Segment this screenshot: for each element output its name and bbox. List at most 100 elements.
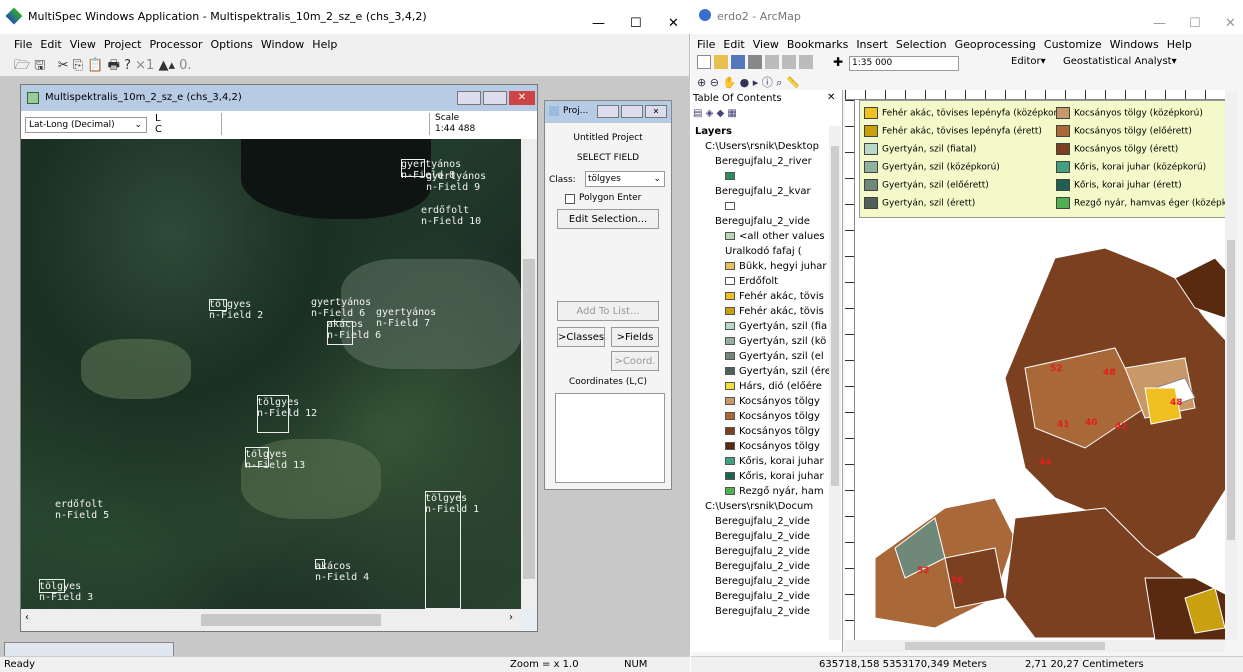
scroll-thumb[interactable] <box>1227 240 1235 540</box>
toc-item[interactable]: Uralkodó fafaj ( <box>695 246 833 261</box>
edit-selection-button[interactable]: Edit Selection... <box>557 209 659 229</box>
project-close-button[interactable]: ✕ <box>645 105 667 118</box>
toc-item[interactable]: Beregujfalu_2_vide <box>695 216 833 231</box>
toc-item[interactable]: C:\Users\rsnik\Docum <box>695 501 833 516</box>
scroll-thumb[interactable] <box>831 146 839 486</box>
scroll-thumb[interactable] <box>201 614 381 626</box>
add-to-list-button[interactable]: Add To List... <box>557 301 659 321</box>
coord-button[interactable]: >Coord. <box>611 351 659 371</box>
toc-item[interactable]: Rezgő nyár, ham <box>695 486 833 501</box>
class-select[interactable]: tölgyes ⌄ <box>585 171 665 187</box>
toc-scrollbar[interactable] <box>829 126 841 640</box>
map-view[interactable]: Fehér akác, tövises lepényfa (középkorú)… <box>845 90 1233 640</box>
menu-project[interactable]: Project <box>104 38 142 51</box>
toc-item[interactable] <box>695 171 833 186</box>
toc-item[interactable]: Kocsányos tölgy <box>695 426 833 441</box>
toc-item[interactable]: Kőris, korai juhar <box>695 456 833 471</box>
image-vscrollbar[interactable] <box>521 139 537 609</box>
print-icon[interactable]: 🖶 <box>108 58 120 73</box>
menu-geoprocessing[interactable]: Geoprocessing <box>955 38 1036 51</box>
menu-file[interactable]: File <box>697 38 715 51</box>
toc-item[interactable]: Kocsányos tölgy <box>695 411 833 426</box>
zoom-in-icon[interactable]: ▲ <box>158 58 168 73</box>
minimize-button[interactable]: — <box>592 16 605 31</box>
cut-icon[interactable] <box>765 55 779 69</box>
scroll-thumb[interactable] <box>523 259 535 579</box>
toc-item[interactable]: Bükk, hegyi juhar <box>695 261 833 276</box>
menu-help[interactable]: Help <box>312 38 337 51</box>
menu-bookmarks[interactable]: Bookmarks <box>787 38 848 51</box>
toc-item[interactable]: Beregujfalu_2_vide <box>695 576 833 591</box>
toc-item[interactable]: Beregujfalu_2_vide <box>695 546 833 561</box>
toc-item[interactable]: Gyertyán, szil (fia <box>695 321 833 336</box>
help-icon[interactable]: ? <box>124 58 131 73</box>
toc-item[interactable]: Gyertyán, szil (el <box>695 351 833 366</box>
open-icon[interactable] <box>714 55 728 69</box>
cut-icon[interactable]: ✂ <box>58 58 69 73</box>
menu-windows[interactable]: Windows <box>1110 38 1159 51</box>
project-min-button[interactable] <box>597 105 619 118</box>
toc-item[interactable]: Beregujfalu_2_vide <box>695 531 833 546</box>
toc-item[interactable]: Kőris, korai juhar <box>695 471 833 486</box>
menu-view[interactable]: View <box>70 38 96 51</box>
overlay-icon[interactable]: 0. <box>179 58 191 73</box>
maximize-button[interactable]: ☐ <box>630 16 642 31</box>
minimize-button[interactable]: — <box>1153 16 1166 31</box>
fields-button[interactable]: >Fields <box>611 327 659 347</box>
editor-menu[interactable]: Editor▾ <box>1011 56 1046 67</box>
classes-button[interactable]: >Classes <box>557 327 605 347</box>
menu-options[interactable]: Options <box>210 38 252 51</box>
print-icon[interactable] <box>748 55 762 69</box>
toc-item[interactable]: Gyertyán, szil (kö <box>695 336 833 351</box>
save-icon[interactable] <box>731 55 745 69</box>
paste-icon[interactable]: 📋 <box>87 58 103 73</box>
menu-view[interactable]: View <box>753 38 779 51</box>
menu-customize[interactable]: Customize <box>1044 38 1102 51</box>
toc-item[interactable]: Beregujfalu_2_vide <box>695 561 833 576</box>
select-icon[interactable]: ▸ <box>753 76 759 89</box>
toc-item[interactable]: Kocsányos tölgy <box>695 441 833 456</box>
scroll-right-icon[interactable]: › <box>509 612 513 623</box>
menu-processor[interactable]: Processor <box>149 38 202 51</box>
menu-help[interactable]: Help <box>1167 38 1192 51</box>
menu-edit[interactable]: Edit <box>40 38 61 51</box>
image-hscrollbar[interactable]: ‹ › <box>21 609 521 631</box>
scroll-thumb[interactable] <box>905 642 1105 650</box>
image-min-button[interactable] <box>457 91 481 105</box>
image-close-button[interactable]: ✕ <box>509 91 535 105</box>
measure-icon[interactable]: 📏 <box>786 76 800 89</box>
project-max-button[interactable] <box>621 105 643 118</box>
satellite-image[interactable]: gyertyános n-Field 8 gyertyános n-Field … <box>21 139 521 609</box>
new-icon[interactable] <box>697 55 711 69</box>
zoom-out-icon[interactable]: ▴ <box>168 58 175 73</box>
toc-item[interactable]: Beregujfalu_2_vide <box>695 516 833 531</box>
toc-item[interactable]: Beregujfalu_2_vide <box>695 591 833 606</box>
full-extent-icon[interactable]: ● <box>740 76 750 89</box>
close-button[interactable]: ✕ <box>668 16 679 31</box>
map-vscrollbar[interactable] <box>1225 90 1237 640</box>
toc-item[interactable]: Gyertyán, szil (ére <box>695 366 833 381</box>
zoom-x1-icon[interactable]: ×1 <box>135 58 154 73</box>
identify-icon[interactable]: ⓘ <box>762 76 773 89</box>
coordinates-list[interactable] <box>555 393 665 483</box>
coord-type-select[interactable]: Lat-Long (Decimal) ⌄ <box>25 117 147 133</box>
pan-icon[interactable]: ✋ <box>722 76 736 89</box>
toc-item[interactable]: Erdőfolt <box>695 276 833 291</box>
copy-icon[interactable]: ⎘ <box>73 58 83 73</box>
find-icon[interactable]: ⌕ <box>776 76 782 89</box>
toc-item[interactable]: Kocsányos tölgy <box>695 396 833 411</box>
close-button[interactable]: ✕ <box>1225 16 1236 31</box>
zoom-in-icon[interactable]: ⊕ <box>697 76 706 89</box>
image-max-button[interactable] <box>483 91 507 105</box>
toc-item[interactable]: C:\Users\rsnik\Desktop <box>695 141 833 156</box>
toc-item[interactable] <box>695 201 833 216</box>
toc-item[interactable]: Beregujfalu_2_kvar <box>695 186 833 201</box>
toc-item[interactable]: <all other values <box>695 231 833 246</box>
menu-edit[interactable]: Edit <box>723 38 744 51</box>
maximize-button[interactable]: ☐ <box>1189 16 1201 31</box>
toc-item[interactable]: Layers <box>695 126 833 141</box>
menu-window[interactable]: Window <box>261 38 304 51</box>
zoom-out-icon[interactable]: ⊖ <box>710 76 719 89</box>
menu-insert[interactable]: Insert <box>856 38 888 51</box>
scroll-left-icon[interactable]: ‹ <box>25 612 29 623</box>
